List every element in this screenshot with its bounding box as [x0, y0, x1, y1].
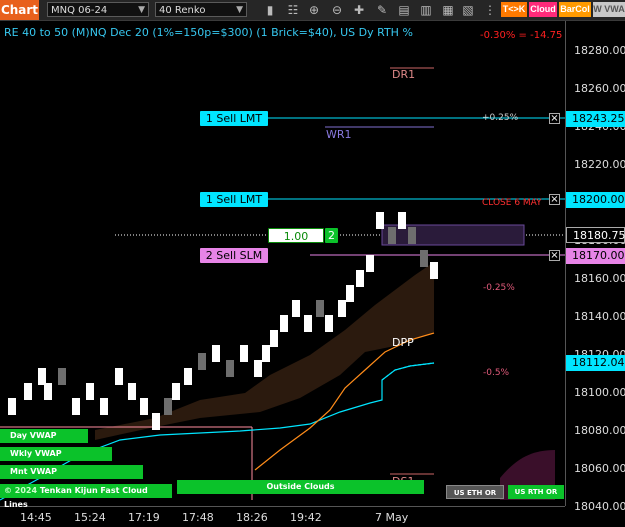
cancel-order-2-icon[interactable]: × — [549, 194, 560, 205]
renko-brick — [115, 368, 123, 385]
wr1-label: WR1 — [326, 128, 352, 141]
price-box-4: 18170.00 — [566, 248, 625, 264]
price-tick-label: 18260.00 — [574, 82, 625, 95]
renko-brick — [152, 413, 160, 430]
close-label: CLOSE 6 MAY — [482, 198, 542, 208]
order-count-button[interactable]: 2 — [325, 228, 338, 243]
us-eth-or-button[interactable]: US ETH OR — [446, 485, 504, 499]
order-quantity-field[interactable]: 1.00 — [268, 228, 324, 243]
price-tick-label: 18100.00 — [574, 386, 625, 399]
dpp-label: DPP — [392, 336, 414, 349]
price-tick-label: 18140.00 — [574, 310, 625, 323]
price-tick-label: 18220.00 — [574, 158, 625, 171]
price-box-1: 18243.25 — [566, 111, 625, 127]
pct-minus-025: -0.25% — [483, 283, 515, 293]
renko-brick — [270, 330, 278, 347]
cancel-order-1-icon[interactable]: × — [549, 113, 560, 124]
renko-brick — [346, 285, 354, 302]
time-label: 17:48 — [182, 511, 214, 524]
renko-brick — [280, 315, 288, 332]
us-rth-or-button[interactable]: US RTH OR — [508, 485, 564, 499]
renko-brick — [38, 368, 46, 385]
price-tick-label: 18060.00 — [574, 462, 625, 475]
outside-clouds-label[interactable]: Outside Clouds — [177, 480, 424, 494]
time-label: 17:19 — [128, 511, 160, 524]
renko-brick — [44, 383, 52, 400]
renko-brick — [325, 315, 333, 332]
renko-brick — [212, 345, 220, 362]
renko-brick — [198, 353, 206, 370]
renko-brick — [8, 398, 16, 415]
time-label: 14:45 — [20, 511, 52, 524]
renko-brick — [128, 383, 136, 400]
renko-brick — [316, 300, 324, 317]
price-tick-label: 18080.00 — [574, 424, 625, 437]
day-vwap-label[interactable]: Day VWAP — [0, 429, 88, 443]
sell-lmt-order-2[interactable]: 1 Sell LMT — [200, 192, 268, 207]
renko-brick — [72, 398, 80, 415]
renko-brick — [240, 345, 248, 362]
time-label: 18:26 — [236, 511, 268, 524]
renko-brick — [388, 227, 396, 244]
sell-slm-order[interactable]: 2 Sell SLM — [200, 248, 268, 263]
renko-brick — [164, 398, 172, 415]
chart-title: RE 40 to 50 (M)NQ Dec 20 (1%=150p=$300) … — [4, 26, 413, 39]
renko-brick — [262, 345, 270, 362]
pct-minus-05: -0.5% — [483, 368, 510, 378]
renko-brick — [292, 300, 300, 317]
time-label: 19:42 — [290, 511, 322, 524]
renko-brick — [430, 262, 438, 279]
kijun-lines-label[interactable]: © 2024 Tenkan Kijun Fast Cloud Lines — [0, 484, 172, 509]
renko-brick — [338, 300, 346, 317]
price-box-5: 18112.04 — [566, 355, 625, 371]
monthly-vwap-label[interactable]: Mnt VWAP — [0, 465, 143, 479]
renko-brick — [376, 212, 384, 229]
sell-lmt-order-1[interactable]: 1 Sell LMT — [200, 111, 268, 126]
renko-brick — [408, 227, 416, 244]
pct-plus-025: +0.25% — [482, 113, 519, 123]
renko-brick — [398, 212, 406, 229]
renko-brick — [24, 383, 32, 400]
renko-brick — [172, 383, 180, 400]
renko-brick — [226, 360, 234, 377]
price-tick-label: 18280.00 — [574, 44, 625, 57]
renko-brick — [420, 250, 428, 267]
copyright-text: © 2024 — [4, 486, 38, 495]
renko-brick — [100, 398, 108, 415]
renko-brick — [184, 368, 192, 385]
renko-brick — [86, 383, 94, 400]
pnl-readout: -0.30% = -14.75 — [480, 30, 563, 41]
price-box-2: 18200.00 — [566, 192, 625, 208]
price-tick-label: 18040.00 — [574, 500, 625, 513]
cancel-order-3-icon[interactable]: × — [549, 250, 560, 261]
renko-brick — [140, 398, 148, 415]
time-label: 15:24 — [74, 511, 106, 524]
dr1-label: DR1 — [392, 68, 416, 81]
last-price-box: 18180.75 — [566, 227, 625, 243]
renko-brick — [366, 255, 374, 272]
price-tick-label: 18160.00 — [574, 272, 625, 285]
time-label: 7 May — [375, 511, 409, 524]
weekly-vwap-label[interactable]: Wkly VWAP — [0, 447, 112, 461]
vwap-line-dashed — [381, 362, 435, 381]
renko-brick — [356, 270, 364, 287]
renko-brick — [304, 315, 312, 332]
renko-brick — [58, 368, 66, 385]
renko-brick — [254, 360, 262, 377]
